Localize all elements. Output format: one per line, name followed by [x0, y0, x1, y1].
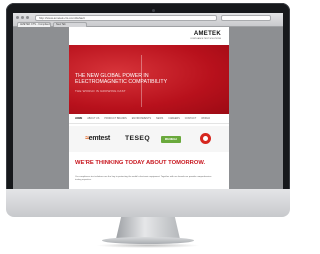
section-body-text: Our compliance test solutions are the ke… [75, 176, 212, 181]
site-logo[interactable]: AMETEK [194, 31, 221, 37]
screen: http://www.ametek-cts.com/default AMETEK… [13, 13, 283, 189]
brand-circle-logo[interactable] [200, 133, 211, 144]
nav-item-home[interactable]: HOME [75, 117, 82, 120]
brand-milmega[interactable]: MILMEGA [161, 136, 181, 143]
brand-emtest[interactable]: ≈emtest [85, 135, 110, 142]
monitor-base [102, 237, 194, 244]
web-page: AMETEK COMPLIANCE TEST SOLUTIONS THE NEW… [69, 27, 229, 189]
maximize-window-icon[interactable] [26, 16, 29, 19]
brand-teseq[interactable]: TESEQ [125, 135, 150, 142]
browser-search-input[interactable] [221, 15, 271, 21]
site-header: AMETEK COMPLIANCE TEST SOLUTIONS [69, 27, 229, 45]
monitor-stand [116, 217, 180, 239]
nav-item-contact[interactable]: CONTACT [185, 117, 196, 120]
hero-title: THE NEW GLOBAL POWER IN ELECTROMAGNETIC … [75, 73, 168, 86]
nav-item-careers[interactable]: CAREERS [168, 117, 180, 120]
emtest-label: emtest [88, 135, 111, 142]
camera-icon [152, 9, 155, 12]
nav-item-about[interactable]: ABOUT US [87, 117, 99, 120]
section-heading: WE'RE THINKING TODAY ABOUT TOMORROW. [75, 160, 206, 166]
main-nav: HOME ABOUT US PRODUCT BRANDS ENVIRONMENT… [69, 114, 229, 124]
nav-item-world[interactable]: WORLD [201, 117, 210, 120]
window-controls [16, 16, 29, 19]
hero-subtitle: THE WORLD IS GROWING FAST [75, 89, 126, 93]
hero-banner: THE NEW GLOBAL POWER IN ELECTROMAGNETIC … [69, 45, 229, 114]
logo-tagline: COMPLIANCE TEST SOLUTIONS [190, 38, 221, 40]
nav-item-brands[interactable]: PRODUCT BRANDS [104, 117, 126, 120]
browser-toolbar: http://www.ametek-cts.com/default AMETEK… [13, 13, 283, 27]
close-window-icon[interactable] [16, 16, 19, 19]
minimize-window-icon[interactable] [21, 16, 24, 19]
nav-item-news[interactable]: NEWS [156, 117, 163, 120]
monitor-chin [6, 189, 290, 217]
browser-tab[interactable]: AMETEK CTS - Compliance [17, 22, 51, 27]
nav-item-environments[interactable]: ENVIRONMENTS [132, 117, 151, 120]
address-bar[interactable]: http://www.ametek-cts.com/default [35, 15, 217, 21]
brand-logos: ≈emtest TESEQ MILMEGA [69, 126, 229, 152]
